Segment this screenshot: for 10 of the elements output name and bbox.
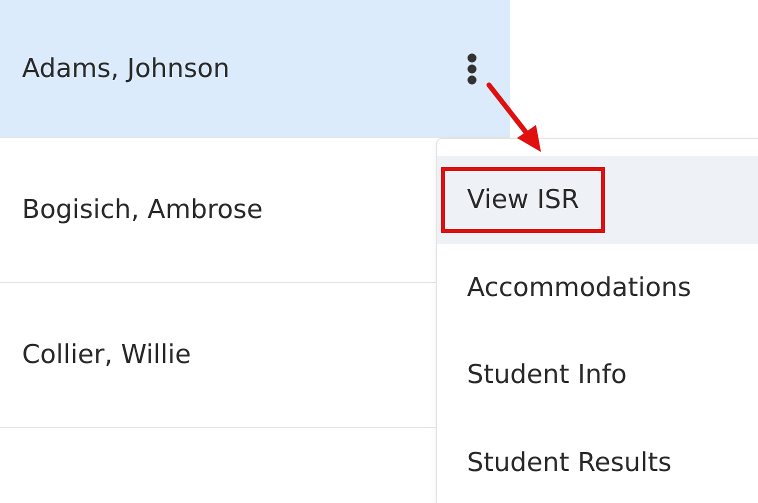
student-row[interactable]: Adams, Johnson [0, 0, 510, 138]
student-name: Adams, Johnson [22, 54, 230, 84]
student-name: Bogisich, Ambrose [22, 195, 263, 225]
student-name: Collier, Willie [22, 340, 191, 370]
menu-item[interactable]: View ISR [437, 156, 758, 244]
more-options-icon[interactable] [467, 52, 477, 84]
menu-item[interactable]: Accommodations [437, 244, 758, 332]
annotation-arrow [486, 82, 541, 152]
menu-item[interactable]: Student Results [437, 419, 758, 503]
menu-item[interactable]: Student Info [437, 332, 758, 420]
